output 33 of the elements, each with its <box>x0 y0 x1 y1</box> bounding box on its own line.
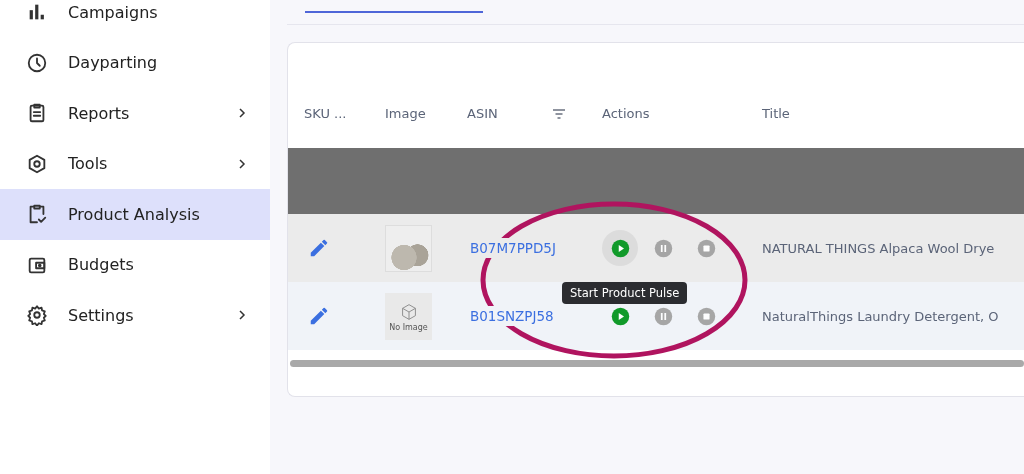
column-header: Title <box>762 106 790 121</box>
play-icon <box>609 237 631 259</box>
sidebar-item[interactable]: Dayparting <box>0 37 270 88</box>
sidebar-item[interactable]: Product Analysis <box>0 189 270 240</box>
sidebar-item[interactable]: Budgets <box>0 239 270 290</box>
hexagon-icon <box>26 152 48 175</box>
chevron-right-icon <box>236 309 248 322</box>
pause-icon <box>652 305 674 327</box>
stop-icon <box>695 237 717 259</box>
play-icon <box>609 305 631 327</box>
chevron-right-icon <box>236 157 248 170</box>
table-cell: NaturalThings Laundry Detergent, O <box>762 308 999 324</box>
filter-icon[interactable] <box>552 108 566 119</box>
column-header: ASIN <box>467 106 498 121</box>
stop-icon <box>695 305 717 327</box>
sidebar-item[interactable]: Campaigns <box>0 0 270 38</box>
gear-icon <box>26 304 48 327</box>
no-image-label: No Image <box>389 322 428 332</box>
tooltip: Start Product Pulse <box>562 282 688 304</box>
sidebar-item[interactable]: Settings <box>0 290 270 341</box>
pencil-icon[interactable] <box>308 237 330 259</box>
clock-icon <box>26 51 48 74</box>
table-cell: NATURAL THINGS Alpaca Wool Drye <box>762 240 995 256</box>
pause-icon <box>652 237 674 259</box>
scrollbar[interactable] <box>290 360 1024 367</box>
photo-placeholder <box>385 224 432 272</box>
sidebar-item[interactable]: Reports <box>0 88 270 139</box>
column-header: Actions <box>602 106 650 121</box>
column-header: SKU ... <box>304 106 347 121</box>
sidebar-item[interactable]: Tools <box>0 138 270 189</box>
chevron-right-icon <box>236 107 248 120</box>
pencil-icon[interactable] <box>308 305 330 327</box>
column-header: Image <box>385 106 426 121</box>
